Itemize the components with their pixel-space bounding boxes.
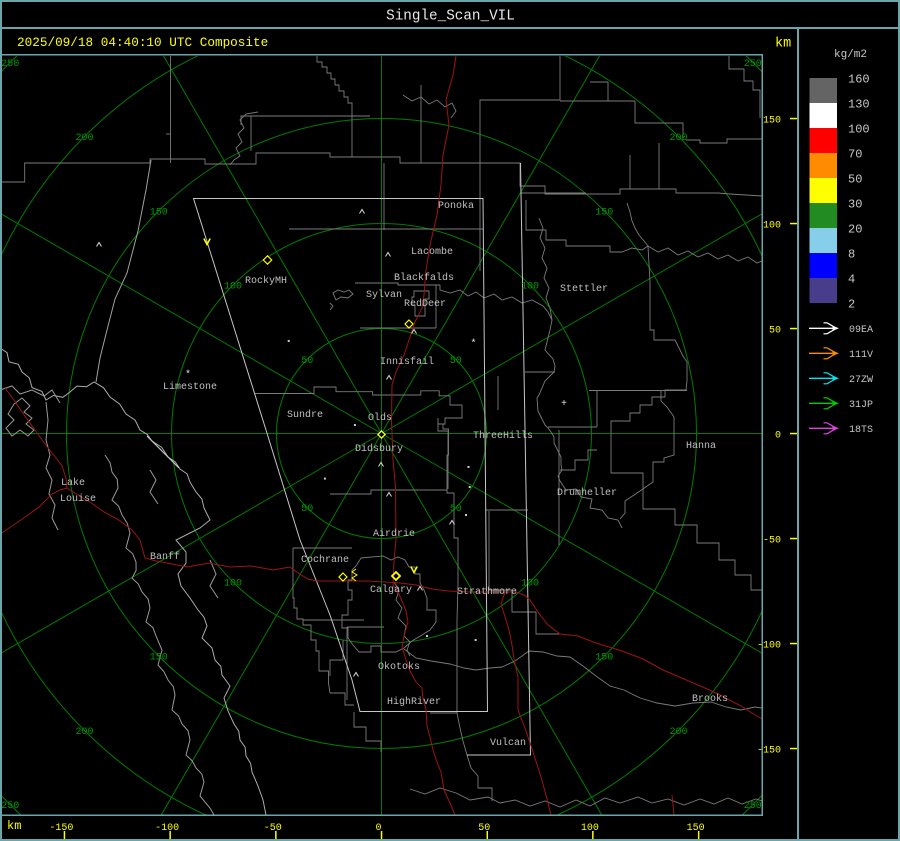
svg-text:50: 50 (769, 326, 781, 337)
svg-text:Sundre: Sundre (287, 409, 323, 421)
svg-text:Didsbury: Didsbury (355, 443, 403, 455)
svg-text:20: 20 (848, 223, 862, 237)
svg-text:Banff: Banff (150, 551, 180, 563)
svg-text:160: 160 (848, 73, 870, 87)
svg-text:150: 150 (150, 653, 168, 664)
svg-text:150: 150 (595, 207, 613, 218)
svg-text:Sylvan: Sylvan (366, 289, 402, 301)
svg-text:-100: -100 (155, 823, 179, 834)
svg-text:Ponoka: Ponoka (438, 200, 474, 212)
svg-text:-150: -150 (49, 823, 73, 834)
svg-text:31JP: 31JP (849, 400, 873, 411)
svg-text:100: 100 (224, 282, 242, 293)
svg-text:-50: -50 (763, 536, 781, 547)
svg-text:Vulcan: Vulcan (490, 737, 526, 749)
svg-text:100: 100 (224, 579, 242, 590)
svg-text:2: 2 (848, 298, 855, 312)
svg-text:130: 130 (848, 98, 870, 112)
svg-text:70: 70 (848, 148, 862, 162)
svg-text:50: 50 (301, 504, 313, 515)
svg-text:200: 200 (669, 727, 687, 738)
svg-text:Drumheller: Drumheller (557, 487, 617, 499)
svg-text:50: 50 (450, 356, 462, 367)
svg-text:ThreeHills: ThreeHills (473, 430, 533, 442)
svg-text:km: km (7, 819, 21, 833)
svg-text:150: 150 (150, 207, 168, 218)
svg-text:Louise: Louise (60, 493, 96, 505)
svg-text:Okotoks: Okotoks (378, 661, 420, 673)
svg-text:-50: -50 (264, 823, 282, 834)
svg-text:50: 50 (478, 823, 490, 834)
svg-text:250: 250 (744, 801, 762, 812)
svg-text:50: 50 (301, 356, 313, 367)
svg-text:30: 30 (848, 198, 862, 212)
svg-text:HighRiver: HighRiver (387, 696, 441, 708)
svg-text:27ZW: 27ZW (849, 375, 873, 386)
svg-text:Stettler: Stettler (560, 283, 608, 295)
svg-text:km: km (775, 37, 791, 52)
svg-text:250: 250 (1, 59, 19, 70)
svg-text:50: 50 (848, 173, 862, 187)
svg-text:Lacombe: Lacombe (411, 246, 453, 258)
svg-text:RockyMH: RockyMH (245, 275, 287, 287)
svg-text:+: + (561, 399, 567, 410)
svg-text:Innisfail: Innisfail (380, 356, 434, 368)
svg-text:200: 200 (75, 133, 93, 144)
svg-text:100: 100 (763, 221, 781, 232)
svg-text:Olds: Olds (368, 412, 392, 424)
svg-text:100: 100 (848, 123, 870, 137)
svg-text:100: 100 (581, 823, 599, 834)
svg-text:100: 100 (521, 579, 539, 590)
svg-text:Airdrie: Airdrie (373, 528, 415, 540)
svg-text:Single_Scan_VIL: Single_Scan_VIL (386, 9, 515, 25)
svg-text:Calgary: Calgary (370, 584, 412, 596)
svg-text:RedDeer: RedDeer (404, 298, 446, 310)
svg-text:0: 0 (775, 431, 781, 442)
svg-text:250: 250 (744, 59, 762, 70)
svg-text:-150: -150 (757, 746, 781, 757)
svg-text:kg/m2: kg/m2 (834, 49, 867, 61)
svg-text:-100: -100 (757, 641, 781, 652)
svg-text:100: 100 (521, 282, 539, 293)
svg-text:250: 250 (1, 801, 19, 812)
svg-text:Cochrane: Cochrane (301, 554, 349, 566)
svg-text:Strathmore: Strathmore (457, 586, 517, 598)
svg-text:150: 150 (687, 823, 705, 834)
svg-text:200: 200 (75, 727, 93, 738)
svg-text:*: * (470, 338, 476, 350)
svg-text:09EA: 09EA (849, 325, 873, 336)
svg-text:4: 4 (848, 273, 855, 287)
svg-text:18TS: 18TS (849, 425, 873, 436)
svg-text:2025/09/18 04:40:10 UTC Compos: 2025/09/18 04:40:10 UTC Composite (17, 35, 268, 50)
svg-text:8: 8 (848, 248, 855, 262)
svg-text:150: 150 (763, 116, 781, 127)
svg-text:150: 150 (595, 653, 613, 664)
svg-text:Limestone: Limestone (163, 381, 217, 393)
svg-text:Hanna: Hanna (686, 441, 716, 452)
svg-text:*: * (185, 369, 191, 381)
svg-text:Lake: Lake (61, 477, 85, 489)
svg-text:50: 50 (450, 504, 462, 515)
svg-text:200: 200 (669, 133, 687, 144)
svg-text:Brooks: Brooks (692, 693, 728, 705)
svg-text:Blackfalds: Blackfalds (394, 272, 454, 284)
svg-text:111V: 111V (849, 350, 873, 361)
svg-text:0: 0 (375, 823, 381, 834)
